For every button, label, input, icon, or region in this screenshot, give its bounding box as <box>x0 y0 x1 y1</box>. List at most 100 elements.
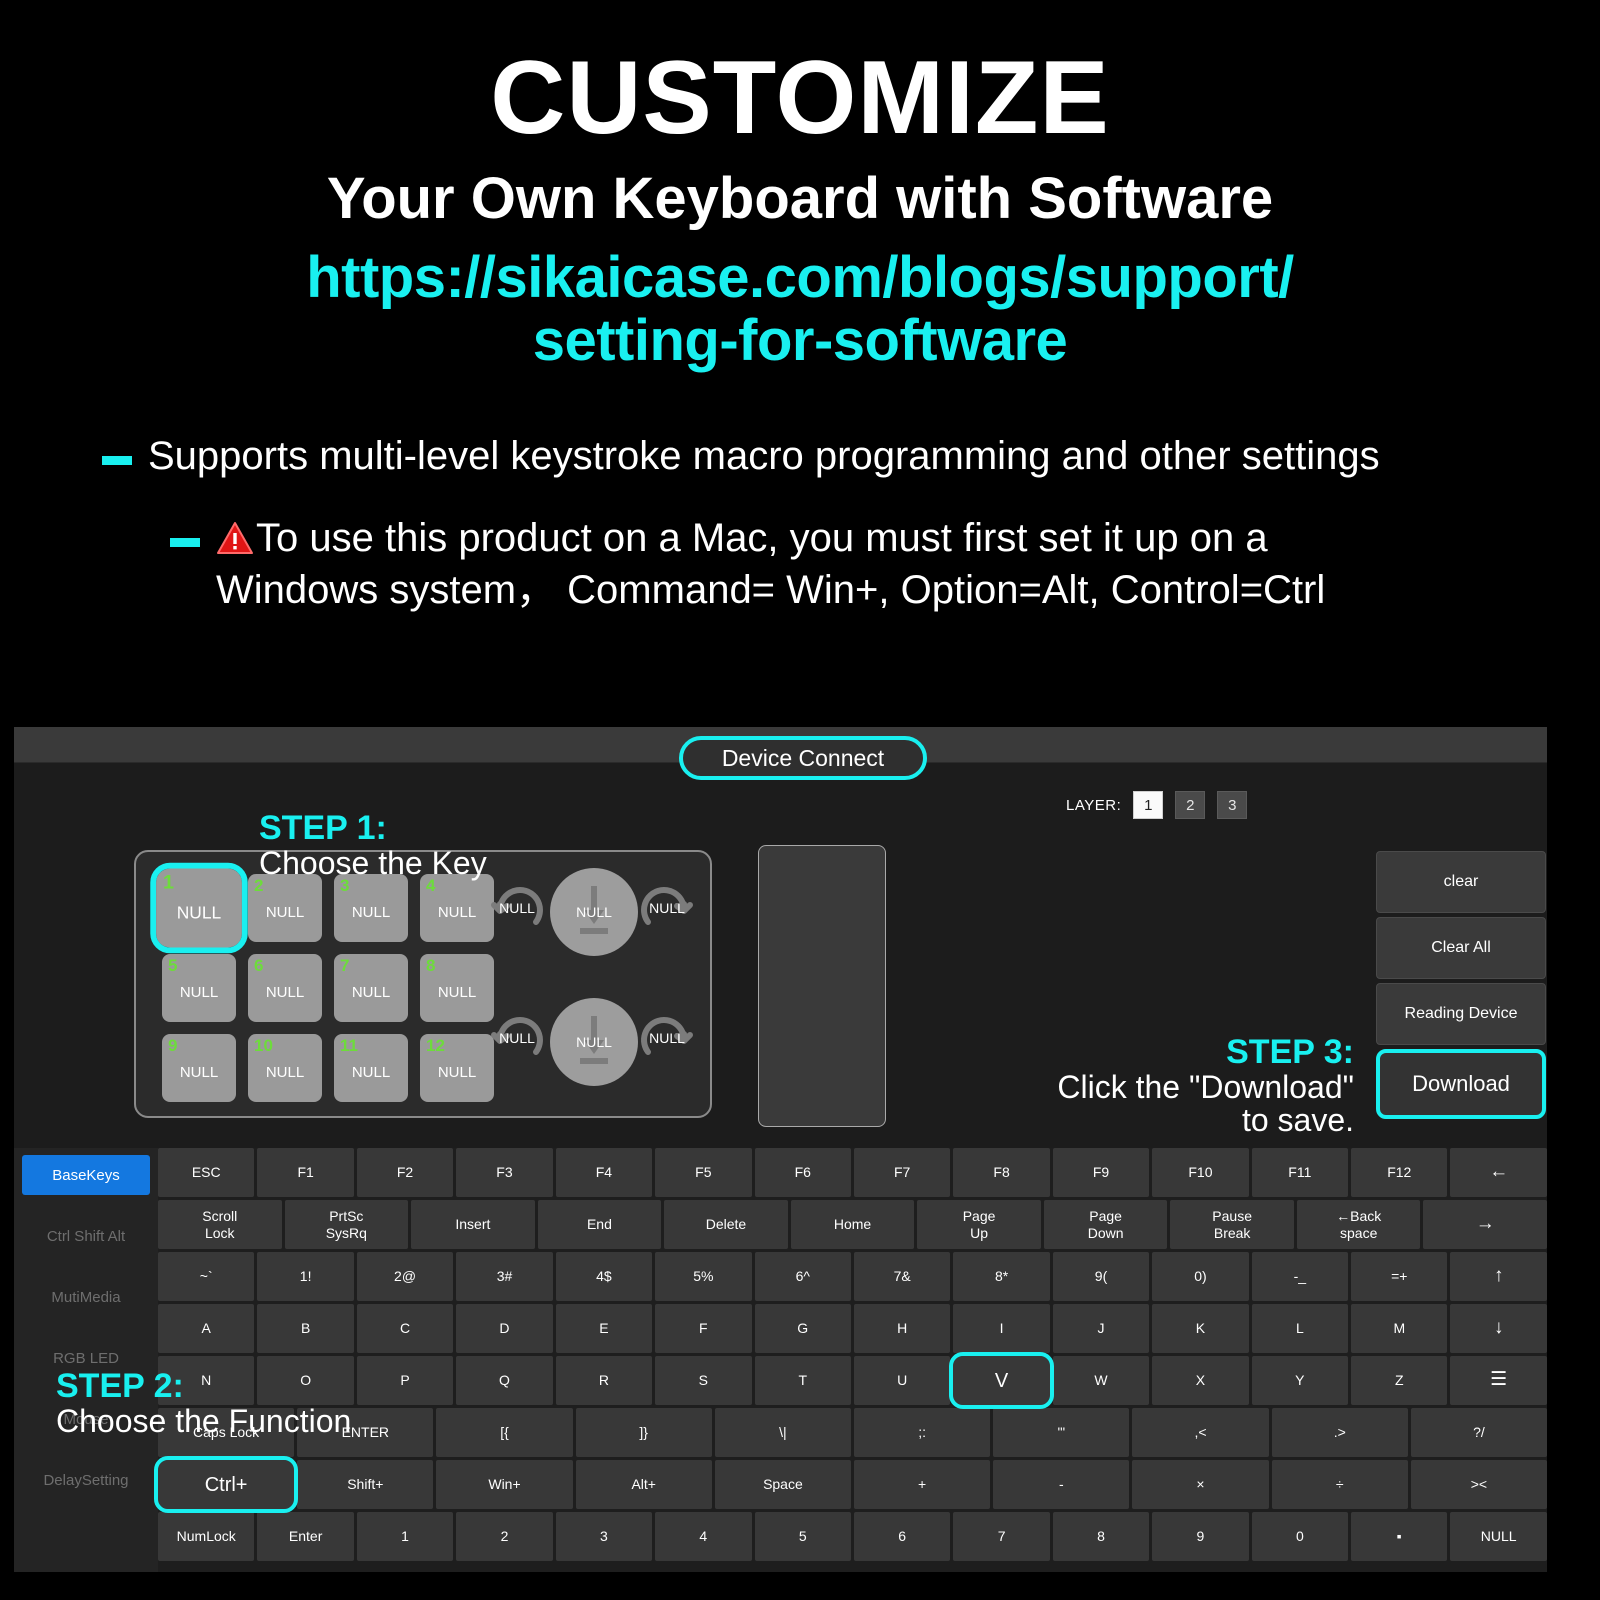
pad-key-1[interactable]: 1 NULL <box>150 862 248 954</box>
keyboard-key[interactable]: Shift+ <box>297 1460 434 1509</box>
keyboard-key[interactable]: Page Down <box>1043 1200 1168 1249</box>
keyboard-key[interactable]: ←Back space <box>1296 1200 1421 1249</box>
keyboard-key[interactable]: S <box>655 1356 752 1405</box>
keyboard-key[interactable]: ?/ <box>1410 1408 1548 1457</box>
device-connect-button[interactable]: Device Connect <box>679 736 927 780</box>
sidebar-item-ctrl-shift-alt[interactable]: Ctrl Shift Alt <box>22 1216 150 1256</box>
keyboard-key[interactable]: 7 <box>953 1512 1050 1561</box>
keyboard-key[interactable]: '" <box>993 1408 1130 1457</box>
keyboard-key[interactable]: P <box>356 1356 454 1405</box>
encoder-2-ccw[interactable]: NULL <box>486 1012 548 1064</box>
keyboard-key[interactable]: G <box>754 1304 851 1353</box>
pad-key-12[interactable]: 12 NULL <box>420 1034 494 1102</box>
keyboard-key[interactable]: ]} <box>575 1408 712 1457</box>
keyboard-key[interactable]: 9 <box>1152 1512 1249 1561</box>
keyboard-key[interactable]: \| <box>714 1408 852 1457</box>
keyboard-key[interactable]: 4$ <box>555 1252 653 1301</box>
keyboard-key[interactable]: ;: <box>854 1408 991 1457</box>
keyboard-key[interactable]: X <box>1152 1356 1249 1405</box>
keyboard-key[interactable]: T <box>754 1356 851 1405</box>
clear-button[interactable]: clear <box>1376 851 1546 913</box>
keyboard-key[interactable]: =+ <box>1351 1252 1448 1301</box>
keyboard-key[interactable]: Q <box>456 1356 553 1405</box>
pad-key-9[interactable]: 9 NULL <box>162 1034 236 1102</box>
keyboard-key[interactable]: ← <box>1450 1148 1547 1197</box>
keyboard-key[interactable]: Y <box>1251 1356 1349 1405</box>
keyboard-key[interactable]: 6 <box>853 1512 951 1561</box>
keyboard-key[interactable]: Space <box>714 1460 852 1509</box>
keyboard-key[interactable]: Delete <box>664 1200 788 1249</box>
keyboard-key[interactable]: 8* <box>953 1252 1050 1301</box>
keyboard-key[interactable]: Win+ <box>436 1460 573 1509</box>
keyboard-key[interactable]: E <box>555 1304 653 1353</box>
keyboard-key[interactable]: → <box>1423 1200 1548 1249</box>
keyboard-key[interactable]: 2@ <box>356 1252 454 1301</box>
keyboard-key[interactable]: -_ <box>1251 1252 1349 1301</box>
keyboard-key[interactable]: Z <box>1351 1356 1448 1405</box>
keyboard-key[interactable]: F4 <box>555 1148 653 1197</box>
keyboard-key[interactable]: F9 <box>1052 1148 1150 1197</box>
keyboard-key[interactable]: J <box>1052 1304 1150 1353</box>
keyboard-key[interactable]: Ctrl+ <box>153 1456 299 1513</box>
reading-device-button[interactable]: Reading Device <box>1376 983 1546 1045</box>
sidebar-item-mutimedia[interactable]: MutiMedia <box>22 1277 150 1317</box>
keyboard-key[interactable]: Enter <box>257 1512 354 1561</box>
keyboard-key[interactable]: Home <box>790 1200 915 1249</box>
keyboard-key[interactable]: D <box>456 1304 553 1353</box>
keyboard-key[interactable]: V <box>949 1352 1054 1409</box>
keyboard-key[interactable]: I <box>953 1304 1050 1353</box>
keyboard-key[interactable]: F3 <box>456 1148 553 1197</box>
keyboard-key[interactable]: [{ <box>436 1408 573 1457</box>
keyboard-key[interactable]: >< <box>1410 1460 1548 1509</box>
pad-key-6[interactable]: 6 NULL <box>248 954 322 1022</box>
encoder-1-ccw[interactable]: NULL <box>486 882 548 934</box>
keyboard-key[interactable]: 1 <box>356 1512 454 1561</box>
keyboard-key[interactable]: PrtSc SysRq <box>284 1200 409 1249</box>
keyboard-key[interactable]: End <box>537 1200 662 1249</box>
keyboard-key[interactable]: 9( <box>1052 1252 1150 1301</box>
keyboard-key[interactable]: ,< <box>1132 1408 1269 1457</box>
keyboard-key[interactable]: F5 <box>655 1148 752 1197</box>
sidebar-item-delaysetting[interactable]: DelaySetting <box>22 1460 150 1500</box>
pad-key-11[interactable]: 11 NULL <box>334 1034 408 1102</box>
pad-key-3[interactable]: 3 NULL <box>334 874 408 942</box>
keyboard-key[interactable]: Alt+ <box>575 1460 712 1509</box>
keyboard-key[interactable]: 8 <box>1052 1512 1150 1561</box>
keyboard-key[interactable]: 1! <box>257 1252 354 1301</box>
keyboard-key[interactable]: A <box>158 1304 255 1353</box>
keyboard-key[interactable]: ~` <box>158 1252 255 1301</box>
keyboard-key[interactable]: 7& <box>853 1252 951 1301</box>
keyboard-key[interactable]: K <box>1152 1304 1249 1353</box>
keyboard-key[interactable]: U <box>853 1356 951 1405</box>
keyboard-key[interactable]: 5% <box>655 1252 752 1301</box>
layer-button-2[interactable]: 2 <box>1175 791 1206 819</box>
keyboard-key[interactable]: M <box>1351 1304 1448 1353</box>
keyboard-key[interactable]: C <box>356 1304 454 1353</box>
keyboard-key[interactable]: F1 <box>257 1148 354 1197</box>
keyboard-key[interactable]: F8 <box>953 1148 1050 1197</box>
sidebar-item-basekeys[interactable]: BaseKeys <box>22 1155 150 1195</box>
keyboard-key[interactable]: Scroll Lock <box>158 1200 282 1249</box>
clear-all-button[interactable]: Clear All <box>1376 917 1546 979</box>
encoder-2-press[interactable]: NULL <box>550 998 638 1086</box>
keyboard-key[interactable]: B <box>257 1304 354 1353</box>
keyboard-key[interactable]: Pause Break <box>1170 1200 1294 1249</box>
pad-key-2[interactable]: 2 NULL <box>248 874 322 942</box>
keyboard-key[interactable]: 0) <box>1152 1252 1249 1301</box>
keyboard-key[interactable]: NumLock <box>158 1512 255 1561</box>
keyboard-key[interactable]: ↓ <box>1450 1304 1547 1353</box>
keyboard-key[interactable]: ↑ <box>1450 1252 1547 1301</box>
encoder-2-cw[interactable]: NULL <box>636 1012 698 1064</box>
keyboard-key[interactable]: F7 <box>853 1148 951 1197</box>
keyboard-key[interactable]: F12 <box>1351 1148 1448 1197</box>
keyboard-key[interactable]: ▪ <box>1351 1512 1448 1561</box>
keyboard-key[interactable]: .> <box>1271 1408 1408 1457</box>
keyboard-key[interactable]: Page Up <box>917 1200 1041 1249</box>
keyboard-key[interactable]: + <box>854 1460 991 1509</box>
keyboard-key[interactable]: 3# <box>456 1252 553 1301</box>
keyboard-key[interactable]: 2 <box>456 1512 553 1561</box>
keyboard-key[interactable]: × <box>1132 1460 1269 1509</box>
keyboard-key[interactable]: R <box>555 1356 653 1405</box>
keyboard-key[interactable]: Insert <box>411 1200 535 1249</box>
keyboard-key[interactable]: 4 <box>655 1512 752 1561</box>
